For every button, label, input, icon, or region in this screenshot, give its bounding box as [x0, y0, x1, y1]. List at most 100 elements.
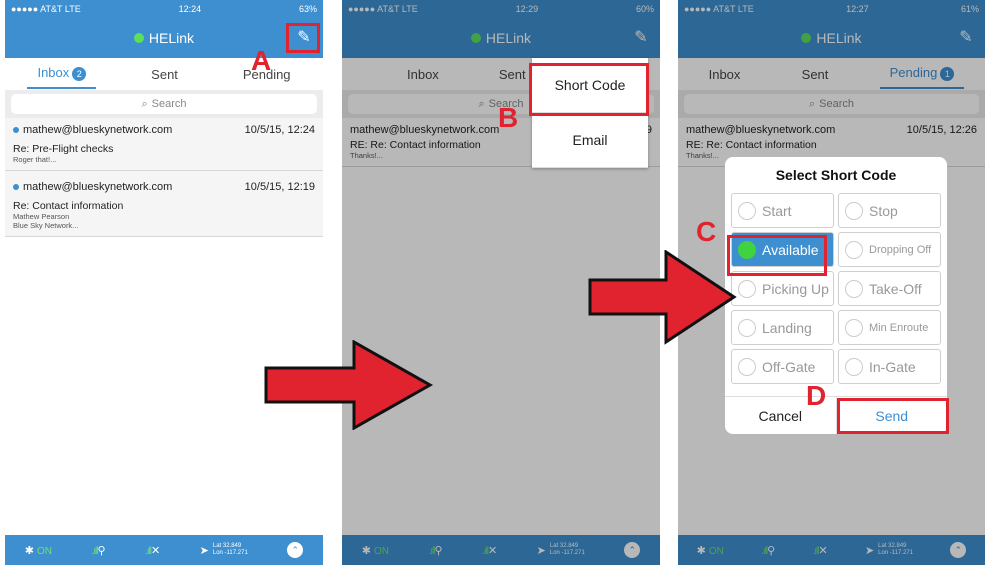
latitude: Lat 32.849	[212, 543, 242, 549]
option-label: Picking Up	[762, 280, 829, 297]
radio-icon	[845, 357, 863, 376]
search-input[interactable]: ⌕ Search	[684, 94, 979, 114]
step-label-a: A	[251, 45, 272, 76]
message-item[interactable]: mathew@blueskynetwork.com 10/5/15, 12:19 …	[5, 171, 323, 237]
radio-icon	[738, 318, 756, 337]
tab-inbox-label: Inbox	[37, 65, 70, 80]
location-readout: ➤ Lat 32.849 Lon -117.271	[537, 543, 585, 557]
step-label-d: D	[806, 380, 827, 411]
longitude: Lon -117.271	[878, 550, 914, 556]
search-icon: ⌕	[478, 97, 485, 110]
app-title: HELink	[485, 30, 532, 46]
status-bar: ●●●●● AT&T LTE 12:27 61%	[678, 0, 985, 18]
compose-button[interactable]: ✎	[632, 29, 650, 47]
option-landing[interactable]: Landing	[731, 310, 834, 345]
satellite-signal-icon: .ıll✕	[481, 544, 498, 557]
option-picking-up[interactable]: Picking Up	[731, 271, 834, 306]
option-dropping-off[interactable]: Dropping Off	[838, 232, 941, 267]
option-take-off[interactable]: Take-Off	[838, 271, 941, 306]
message-item[interactable]: mathew@blueskynetwork.com 10/5/15, 12:24 …	[5, 118, 323, 171]
radio-icon	[738, 279, 756, 298]
menu-item-email[interactable]: Email	[532, 113, 648, 168]
online-dot-icon	[133, 33, 144, 43]
short-code-dialog: Select Short Code Start Stop Available D…	[725, 157, 947, 434]
message-from: mathew@blueskynetwork.com	[686, 124, 836, 136]
tab-inbox[interactable]: Inbox	[699, 61, 751, 88]
option-min-enroute[interactable]: Min Enroute	[838, 310, 941, 345]
battery-level: 63%	[298, 4, 317, 14]
app-title: HELink	[816, 30, 862, 46]
option-label: Take-Off	[869, 280, 922, 297]
tab-inbox[interactable]: Inbox	[397, 61, 449, 88]
title-bar: HELink ✎	[678, 18, 985, 58]
option-label: Min Enroute	[869, 321, 929, 334]
option-label: Stop	[869, 202, 898, 219]
tab-sent[interactable]: Sent	[141, 61, 188, 88]
option-off-gate[interactable]: Off-Gate	[731, 349, 834, 384]
bluetooth-on-label: ON	[374, 545, 389, 557]
navigation-arrow-icon: ➤	[864, 544, 875, 557]
step-label-c: C	[696, 216, 717, 247]
option-label: Start	[762, 202, 792, 219]
expand-up-button[interactable]: ⌃	[624, 542, 641, 558]
highlight-box-d	[837, 398, 949, 434]
gps-signal-icon: .ıll⚲	[761, 544, 776, 557]
radio-icon	[738, 357, 756, 376]
search-bar: ⌕ Search	[5, 90, 323, 118]
navigation-arrow-icon: ➤	[199, 544, 209, 557]
clock: 12:29	[515, 4, 539, 14]
option-start[interactable]: Start	[731, 193, 834, 228]
short-code-options: Start Stop Available Dropping Off Pickin…	[725, 193, 947, 384]
option-label: Dropping Off	[869, 243, 932, 256]
message-subject: Re: Pre-Flight checks	[13, 143, 114, 155]
highlight-box-a	[286, 23, 320, 53]
phone-screen-inbox: ●●●●● AT&T LTE 12:24 63% HELink ✎ Inbox 2…	[5, 0, 323, 565]
expand-up-button[interactable]: ⌃	[950, 542, 967, 558]
pending-count-badge: 1	[940, 67, 955, 81]
navigation-arrow-icon: ➤	[536, 544, 546, 557]
status-bar: ●●●●● AT&T LTE 12:24 63%	[5, 0, 323, 18]
expand-up-button[interactable]: ⌃	[287, 542, 304, 558]
search-placeholder: Search	[151, 98, 187, 110]
radio-icon	[845, 240, 863, 259]
tab-pending[interactable]: Pending 1	[879, 59, 965, 89]
mail-tabs: Inbox Sent Pending 1	[678, 58, 985, 90]
highlight-box-b	[529, 63, 649, 116]
message-date: 10/5/15, 12:24	[244, 124, 315, 136]
option-label: Off-Gate	[762, 358, 816, 375]
radio-icon	[845, 318, 863, 337]
compose-button[interactable]: ✎	[957, 29, 975, 47]
radio-icon	[845, 201, 863, 220]
arrow-right-icon	[588, 250, 737, 345]
option-label: In-Gate	[869, 358, 916, 375]
search-input[interactable]: ⌕ Search	[11, 94, 317, 114]
message-preview: Blue Sky Network...	[13, 221, 79, 230]
option-in-gate[interactable]: In-Gate	[838, 349, 941, 384]
option-stop[interactable]: Stop	[838, 193, 941, 228]
latitude: Lat 32.849	[878, 543, 907, 549]
carrier-label: ●●●●● AT&T LTE	[11, 4, 81, 14]
latitude: Lat 32.849	[549, 543, 579, 549]
bottom-status-bar: ✱ ON .ıll⚲ .ıll✕ ➤ Lat 32.849 Lon -117.271…	[342, 535, 660, 565]
clock: 12:27	[846, 4, 869, 14]
bottom-status-bar: ✱ ON .ıll⚲ .ıll✕ ➤ Lat 32.849 Lon -117.271…	[678, 535, 985, 565]
dialog-title: Select Short Code	[775, 167, 897, 183]
bluetooth-status: ✱ ON	[696, 544, 724, 557]
status-bar: ●●●●● AT&T LTE 12:29 60%	[342, 0, 660, 18]
message-from: mathew@blueskynetwork.com	[350, 124, 500, 136]
radio-icon	[845, 279, 863, 298]
highlight-box-c	[727, 235, 827, 276]
option-label: Landing	[762, 319, 812, 336]
longitude: Lon -117.271	[549, 550, 585, 556]
message-date: 10/5/15, 12:19	[244, 181, 315, 193]
tab-sent[interactable]: Sent	[792, 61, 839, 88]
bottom-status-bar: ✱ ON .ıll⚲ .ıll✕ ➤ Lat 32.849 Lon -117.271…	[5, 535, 323, 565]
carrier-label: ●●●●● AT&T LTE	[684, 4, 754, 14]
tab-inbox[interactable]: Inbox 2	[27, 59, 97, 89]
radio-icon	[738, 201, 756, 220]
bluetooth-on-label: ON	[37, 545, 52, 557]
arrow-right-icon	[264, 340, 434, 430]
app-title: HELink	[148, 30, 195, 46]
gps-signal-icon: .ıll⚲	[428, 544, 443, 557]
search-icon: ⌕	[141, 97, 148, 110]
